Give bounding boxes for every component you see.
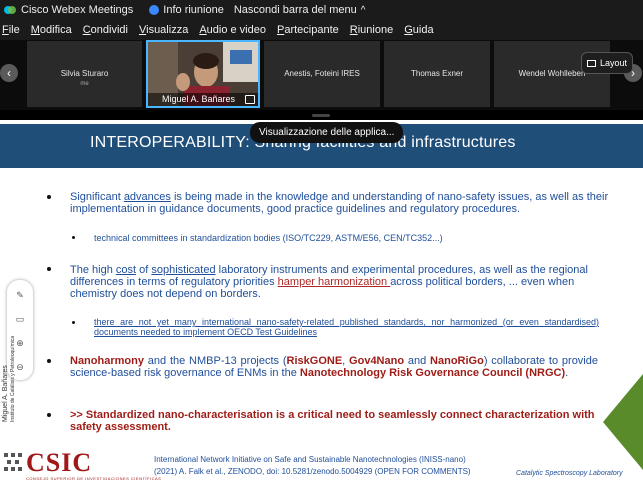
bullet-dot xyxy=(47,413,51,417)
info-icon xyxy=(149,5,160,15)
menu-riunione[interactable]: Riunione xyxy=(350,24,393,36)
menu-bar: File Modifica Condividi Visualizza Audio… xyxy=(0,20,643,40)
shared-slide: INTEROPERABILITY: Sharing facilities and… xyxy=(0,112,643,499)
participant-tile[interactable]: Anestis, Foteini IRES xyxy=(264,41,380,107)
bullet-cost: The high cost of sophisticated laborator… xyxy=(70,264,588,300)
eraser-icon[interactable]: ▭ xyxy=(14,313,26,325)
bullet-dot xyxy=(47,359,51,363)
menu-partecipante[interactable]: Partecipante xyxy=(277,24,339,36)
chevron-up-icon: ^ xyxy=(360,4,366,16)
menu-file[interactable]: File xyxy=(2,24,20,36)
participant-name: Anestis, Foteini IRES xyxy=(284,69,360,78)
layout-label: Layout xyxy=(599,58,628,68)
hide-menu-button[interactable]: Nascondi barra del menu ^ xyxy=(234,4,366,16)
lab-footer: Catalytic Spectroscopy Laboratory xyxy=(516,470,623,477)
participant-self-label: me xyxy=(80,81,89,87)
reference-text: International Network Initiative on Safe… xyxy=(154,455,471,476)
sub-bullet-standards: technical committees in standardization … xyxy=(94,233,443,243)
menu-guida[interactable]: Guida xyxy=(404,24,433,36)
presenter-vertical-name: Miguel A. Bañares xyxy=(2,365,9,422)
participant-tile[interactable]: Thomas Exner xyxy=(384,41,490,107)
advances-link: advances xyxy=(123,191,171,203)
chevron-left-icon[interactable]: ‹ xyxy=(0,64,18,82)
bullet-advances: Significant advances is being made in th… xyxy=(70,191,609,215)
csic-logo: CSIC xyxy=(26,448,93,477)
participant-name: Thomas Exner xyxy=(410,69,464,78)
csic-emblem-icon xyxy=(4,453,22,471)
bullet-nanoharmony: Nanoharmony and the NMBP-13 projects (Ri… xyxy=(70,355,598,379)
pen-icon[interactable]: ✎ xyxy=(14,289,26,301)
bullet-dot xyxy=(47,195,51,199)
app-name: Cisco Webex Meetings xyxy=(21,4,134,16)
participant-tile[interactable]: Silvia Sturaro me xyxy=(27,41,142,107)
share-screen-icon xyxy=(245,95,255,104)
sub-bullet-oecd: there are not yet many international nan… xyxy=(94,317,599,337)
meeting-info-button[interactable]: Info riunione xyxy=(143,4,224,16)
webex-logo-icon xyxy=(4,6,16,14)
csic-subtitle: CONSEJO SUPERIOR DE INVESTIGACIONES CIEN… xyxy=(26,476,162,481)
layout-icon xyxy=(586,59,596,67)
title-bar: Cisco Webex Meetings Info riunione Nasco… xyxy=(0,0,643,20)
sharing-tooltip: Visualizzazione delle applica... xyxy=(250,122,404,143)
sub-bullet-dot xyxy=(72,321,75,324)
institute-vertical-text: Instituto de Catálisis y Petroleoquímica xyxy=(10,335,16,422)
hide-menu-label: Nascondi barra del menu xyxy=(233,4,357,16)
green-corner-shape xyxy=(603,374,643,470)
participant-strip: Silvia Sturaro me Miguel A. Bañares Anes… xyxy=(0,40,643,110)
menu-audio-video[interactable]: Audio e video xyxy=(199,24,266,36)
layout-button[interactable]: Layout xyxy=(581,52,633,74)
bullet-standardized: >> Standardized nano-characterisation is… xyxy=(70,409,595,433)
participant-tile-active[interactable]: Miguel A. Bañares xyxy=(146,40,260,108)
menu-condividi[interactable]: Condividi xyxy=(83,24,128,36)
bullet-dot xyxy=(47,267,51,271)
participant-name: Silvia Sturaro xyxy=(60,69,109,78)
menu-modifica[interactable]: Modifica xyxy=(31,24,72,36)
sub-bullet-dot xyxy=(72,236,75,239)
resize-handle[interactable] xyxy=(312,114,330,117)
webex-window: Cisco Webex Meetings Info riunione Nasco… xyxy=(0,0,643,499)
menu-visualizza[interactable]: Visualizza xyxy=(139,24,188,36)
participant-tile[interactable]: Wendel Wohlleben xyxy=(494,41,610,107)
app-title: Cisco Webex Meetings xyxy=(0,4,133,16)
meeting-info-label: Info riunione xyxy=(163,4,224,16)
participant-name: Miguel A. Bañares xyxy=(148,93,258,106)
